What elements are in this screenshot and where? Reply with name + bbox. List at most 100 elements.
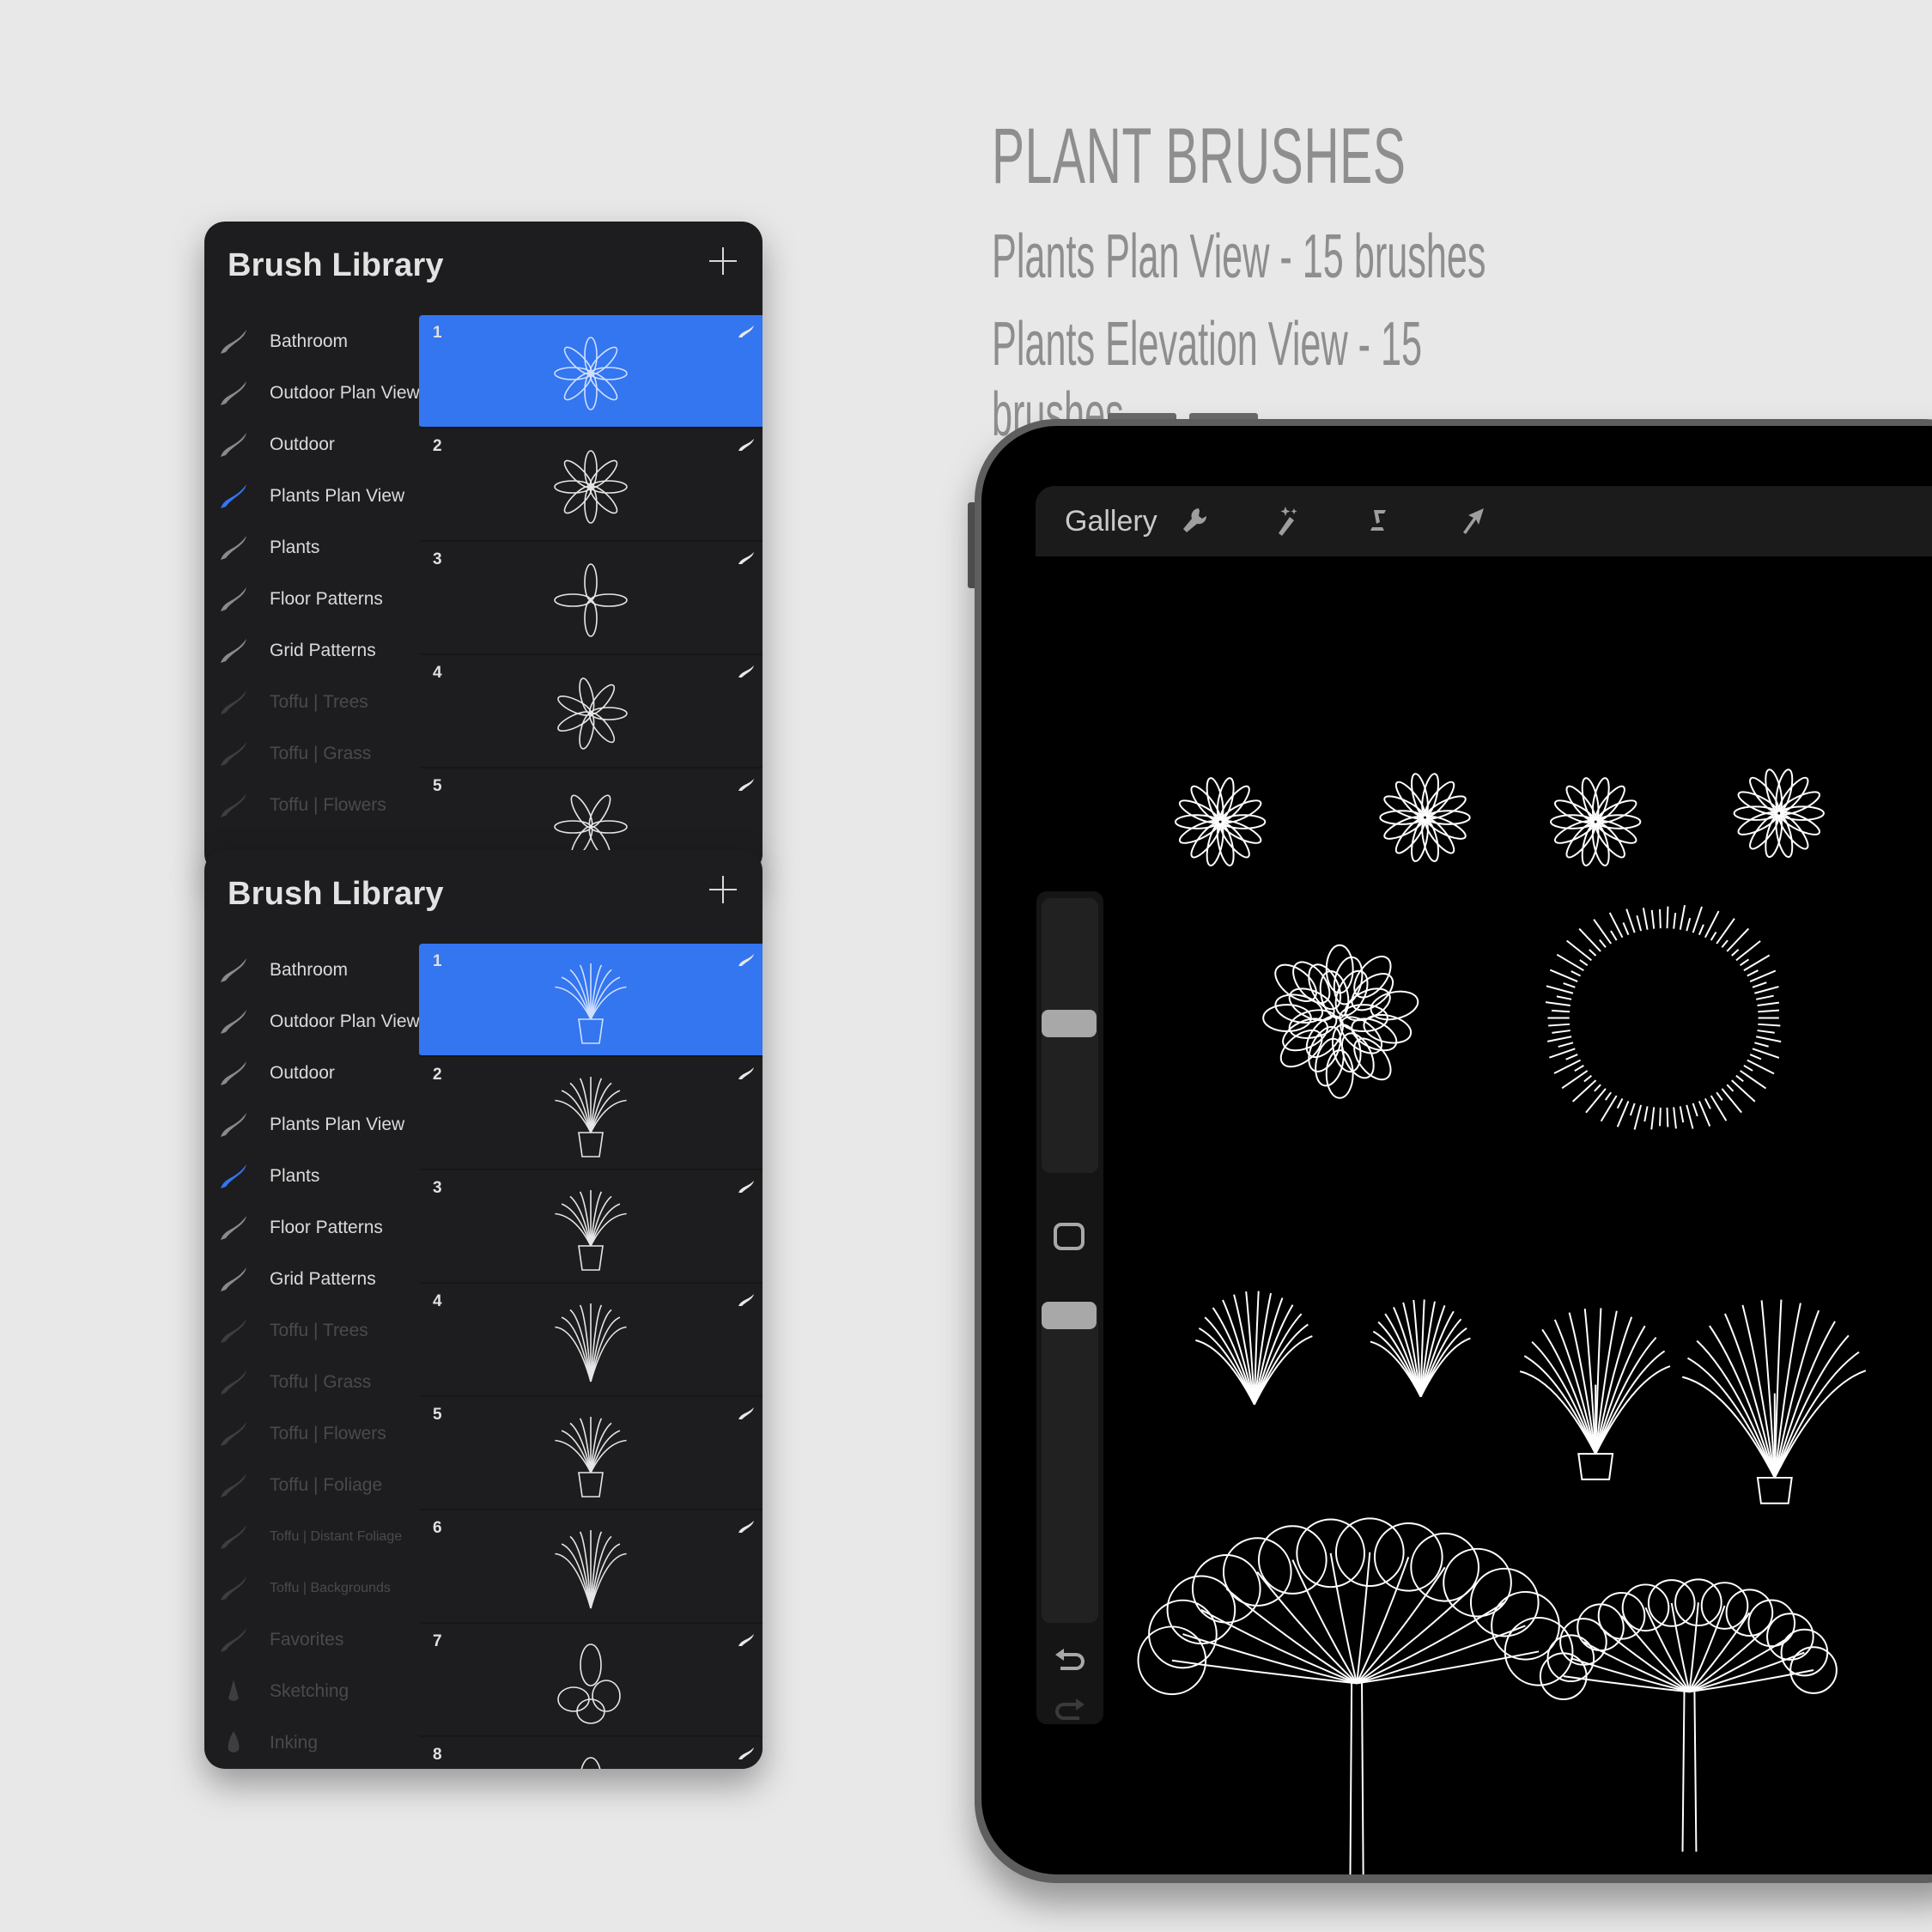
brush-stroke-icon [218,532,249,563]
brush-set-item[interactable]: Toffu | Foliage [204,1460,419,1511]
brush-item[interactable]: 3 [419,1170,762,1284]
brush-set-item[interactable]: Floor Patterns [204,1202,419,1254]
elev-round-tree-drawing [1539,1578,1838,1852]
brush-item[interactable]: 7 [419,1624,762,1737]
brush-size-thumb[interactable] [1042,1010,1097,1037]
brush-set-label: Grid Patterns [270,641,376,660]
brush-set-item[interactable]: Sketching [204,1666,419,1717]
gallery-button[interactable]: Gallery [1065,505,1157,538]
brush-stroke-icon [737,324,756,339]
elev-fiddle-leaf-drawing [1681,1299,1867,1504]
brush-set-label: Plants [270,1166,320,1186]
brush-set-item[interactable]: Toffu | Distant Foliage [204,1511,419,1563]
brush-stroke-icon [737,1066,756,1081]
brush-number: 5 [433,1406,442,1424]
brush-set-list[interactable]: Bathroom Outdoor Plan View Outdoor Plants P… [204,316,420,831]
redo-icon[interactable] [1052,1695,1088,1721]
brush-item[interactable]: 5 [419,1397,762,1510]
brush-set-item[interactable]: Favorites [204,1614,419,1666]
brush-stroke-icon [737,550,756,566]
brush-item[interactable]: 1 [419,944,762,1057]
brush-set-label: Plants Plan View [270,1115,405,1134]
brush-set-item[interactable]: Toffu | Grass [204,728,419,780]
brush-set-label: Plants [270,538,320,557]
selection-icon[interactable] [1358,500,1401,543]
page-title: PLANT BRUSHES [992,112,1406,200]
brush-set-item[interactable]: Grid Patterns [204,1254,419,1305]
brush-set-item[interactable]: Toffu | Flowers [204,780,419,831]
opacity-thumb[interactable] [1042,1302,1097,1329]
brush-set-item[interactable]: Toffu | Backgrounds [204,1563,419,1614]
brush-set-item[interactable]: Toffu | Grass [204,1357,419,1408]
brush-set-item[interactable]: Plants Plan View [204,471,419,522]
potted-calla-icon [539,1072,642,1158]
brush-stroke-icon [218,1161,249,1192]
plus-icon[interactable] [708,246,738,276]
brush-stroke-icon [737,664,756,679]
opacity-slider[interactable] [1042,1302,1098,1623]
ink-drop-icon [218,1728,249,1759]
brush-item[interactable]: 1 [419,315,762,428]
brush-set-item[interactable]: Bathroom [204,945,419,996]
brush-stroke-icon [218,790,249,821]
magic-wand-icon[interactable] [1266,500,1309,543]
brush-set-item[interactable]: Toffu | Trees [204,677,419,728]
square-icon[interactable] [1054,1223,1084,1250]
brush-stroke-icon [737,1292,756,1308]
brush-set-label: Bathroom [270,960,349,980]
brush-set-label: Outdoor Plan View [270,383,420,403]
brush-set-item[interactable]: Floor Patterns [204,574,419,625]
brush-set-item[interactable]: Plants [204,1151,419,1202]
brush-number: 4 [433,664,442,682]
brush-number: 8 [433,1746,442,1764]
brush-item[interactable]: 2 [419,428,762,542]
brush-set-item[interactable]: Toffu | Flowers [204,1408,419,1460]
brush-item[interactable]: 6 [419,1510,762,1624]
brush-number: 3 [433,550,442,568]
brush-set-label: Toffu | Trees [270,1321,368,1340]
brush-stroke-icon [218,481,249,512]
drawing-canvas[interactable] [981,426,1932,1874]
brush-number: 2 [433,1066,442,1084]
brush-list[interactable]: 1 2 3 4 5 6 7 8 [419,944,762,1769]
brush-set-item[interactable]: Bathroom [204,316,419,368]
brush-item[interactable]: 2 [419,1057,762,1170]
brush-item[interactable]: 4 [419,655,762,769]
panel-title: Brush Library [228,876,444,912]
subtitle-plan-view: Plants Plan View - 15 brushes [992,222,1486,291]
brush-set-label: Toffu | Foliage [270,1475,383,1495]
brush-set-list[interactable]: Bathroom Outdoor Plan View Outdoor Plants P… [204,945,420,1769]
brush-set-label: Outdoor [270,1063,335,1083]
brush-item[interactable]: 8 [419,1737,762,1769]
plus-icon[interactable] [708,874,738,905]
transform-arrow-icon[interactable] [1451,500,1494,543]
brush-set-item[interactable]: Outdoor [204,419,419,471]
brush-stroke-icon [218,1367,249,1398]
brush-stroke-icon [218,955,249,986]
brush-set-item[interactable]: Outdoor Plan View [204,368,420,419]
brush-set-label: Toffu | Flowers [270,795,386,815]
brush-set-label: Floor Patterns [270,1218,383,1237]
brush-set-item[interactable]: Outdoor [204,1048,419,1099]
brush-set-item[interactable]: Inking [204,1717,419,1769]
brush-item[interactable]: 4 [419,1284,762,1397]
plan-pine-shrub-drawing [1550,777,1642,866]
elev-fern-drawing [1195,1291,1313,1405]
brush-set-item[interactable]: Plants [204,522,419,574]
potted-flowers-icon [539,1413,642,1498]
brush-set-item[interactable]: Outdoor Plan View [204,996,420,1048]
undo-icon[interactable] [1052,1645,1088,1671]
brush-stroke-icon [218,584,249,615]
brush-set-label: Toffu | Distant Foliage [270,1529,403,1544]
brush-stroke-icon [218,378,249,409]
brush-item[interactable]: 3 [419,542,762,655]
brush-stroke-icon [737,1179,756,1194]
brush-set-item[interactable]: Toffu | Trees [204,1305,419,1357]
brush-list[interactable]: 1 2 3 4 5 [419,315,762,874]
brush-set-item[interactable]: Plants Plan View [204,1099,419,1151]
potted-leafy-icon [539,1186,642,1272]
brush-set-item[interactable]: Grid Patterns [204,625,419,677]
left-sidebar [1036,891,1103,1724]
wrench-icon[interactable] [1173,500,1216,543]
brush-number: 2 [433,437,442,455]
